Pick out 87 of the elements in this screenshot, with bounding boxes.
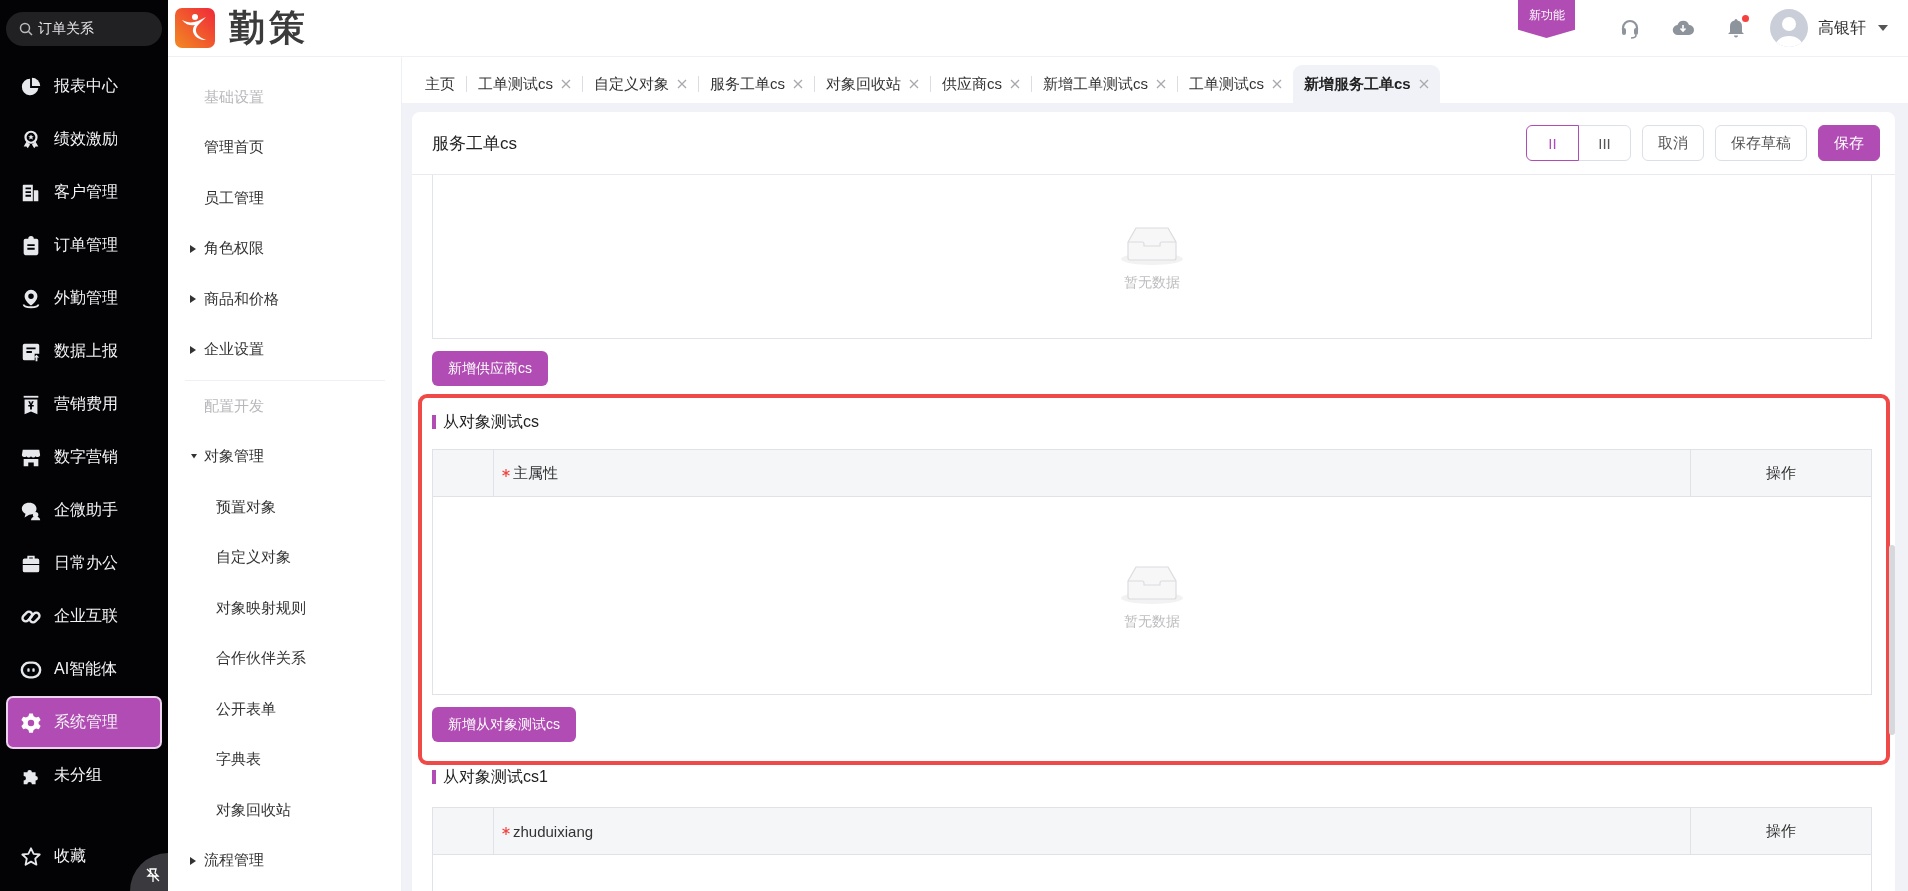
column-layout-toggle[interactable]: II bbox=[1526, 125, 1579, 161]
add-button[interactable]: 新增供应商cs bbox=[432, 351, 548, 386]
menu-heading: 配置开发 bbox=[204, 396, 264, 416]
close-icon[interactable] bbox=[1010, 79, 1020, 89]
new-feature-badge[interactable]: 新功能 bbox=[1518, 0, 1575, 38]
tab[interactable]: 新增服务工单cs bbox=[1293, 65, 1440, 103]
close-icon[interactable] bbox=[677, 79, 687, 89]
location-pin-icon bbox=[20, 287, 42, 310]
tab[interactable]: 工单测试cs bbox=[1178, 65, 1293, 103]
close-icon[interactable] bbox=[1418, 79, 1429, 89]
save-button[interactable]: 保存 bbox=[1818, 125, 1880, 161]
close-icon[interactable] bbox=[561, 79, 571, 89]
robot-icon bbox=[20, 658, 42, 681]
tab[interactable]: 自定义对象 bbox=[583, 65, 698, 103]
form-title: 服务工单cs bbox=[432, 132, 517, 155]
menu-item[interactable]: 自定义对象 bbox=[216, 548, 291, 568]
caret-down-icon[interactable] bbox=[1878, 25, 1888, 31]
column-header: 操作 bbox=[1690, 808, 1871, 854]
menu-group[interactable]: 流程管理 bbox=[204, 851, 264, 871]
pie-chart-icon bbox=[20, 75, 42, 98]
menu-item[interactable]: 管理首页 bbox=[204, 138, 264, 158]
nav-item[interactable]: 系统管理 bbox=[6, 696, 162, 749]
menu-group[interactable]: 商品和价格 bbox=[204, 289, 279, 309]
tab[interactable]: 工单测试cs bbox=[467, 65, 582, 103]
section-marker bbox=[432, 770, 436, 784]
avatar-icon[interactable] bbox=[1770, 9, 1808, 47]
menu-group[interactable]: 角色权限 bbox=[204, 239, 264, 259]
menu-item[interactable]: 公开表单 bbox=[216, 699, 276, 719]
caret-right-icon[interactable] bbox=[190, 295, 197, 304]
nav-item[interactable]: 数据上报 bbox=[6, 325, 162, 378]
close-icon[interactable] bbox=[1272, 79, 1282, 89]
caret-right-icon[interactable] bbox=[190, 345, 197, 354]
menu-group[interactable]: 企业设置 bbox=[204, 340, 264, 360]
caret-right-icon[interactable] bbox=[190, 244, 197, 253]
star-icon bbox=[20, 845, 42, 868]
column-header: 操作 bbox=[1690, 450, 1871, 496]
nav-item[interactable]: 客户管理 bbox=[6, 166, 162, 219]
tab[interactable]: 对象回收站 bbox=[815, 65, 930, 103]
column-header: zhuduixiang bbox=[494, 808, 1690, 854]
menu-item[interactable]: 字典表 bbox=[216, 750, 261, 770]
action-button[interactable]: 保存草稿 bbox=[1715, 125, 1807, 161]
column-header: 主属性 bbox=[494, 450, 1690, 496]
tab[interactable]: 供应商cs bbox=[931, 65, 1031, 103]
search-field[interactable]: 订单关系 bbox=[6, 12, 162, 46]
nav-item[interactable]: 外勤管理 bbox=[6, 272, 162, 325]
caret-right-icon[interactable] bbox=[190, 856, 197, 865]
nav-item[interactable]: 绩效激励 bbox=[6, 113, 162, 166]
nav-item[interactable]: AI智能体 bbox=[6, 643, 162, 696]
headset-icon[interactable] bbox=[1619, 17, 1641, 39]
close-icon[interactable] bbox=[1156, 79, 1166, 89]
unpin-icon bbox=[145, 867, 161, 883]
nav-item[interactable]: 报表中心 bbox=[6, 60, 162, 113]
nav-item[interactable]: 订单管理 bbox=[6, 219, 162, 272]
logo-icon bbox=[175, 8, 215, 48]
nav-item[interactable]: 营销费用 bbox=[6, 378, 162, 431]
empty-text: 暂无数据 bbox=[1124, 273, 1180, 292]
nav-item[interactable]: 数字营销 bbox=[6, 431, 162, 484]
column-layout-toggle[interactable]: III bbox=[1578, 125, 1631, 161]
nav-item[interactable]: 收藏 bbox=[6, 830, 128, 883]
section-title: 从对象测试cs1 bbox=[443, 766, 548, 787]
search-icon bbox=[19, 22, 33, 36]
nav-item[interactable]: 未分组 bbox=[6, 749, 162, 802]
tab[interactable]: 新增工单测试cs bbox=[1032, 65, 1177, 103]
nav-item[interactable]: 企业互联 bbox=[6, 590, 162, 643]
nav-item[interactable]: 日常办公 bbox=[6, 537, 162, 590]
gear-icon bbox=[20, 711, 42, 734]
caret-down-icon[interactable] bbox=[190, 453, 198, 460]
close-icon[interactable] bbox=[793, 79, 803, 89]
menu-item[interactable]: 对象映射规则 bbox=[216, 598, 306, 618]
close-icon[interactable] bbox=[909, 79, 919, 89]
menu-item[interactable]: 预置对象 bbox=[216, 497, 276, 517]
scrollbar[interactable] bbox=[1889, 545, 1895, 735]
menu-heading: 基础设置 bbox=[204, 87, 264, 107]
action-button[interactable]: 取消 bbox=[1642, 125, 1704, 161]
user-name[interactable]: 高银轩 bbox=[1818, 17, 1866, 39]
empty-text: 暂无数据 bbox=[1124, 612, 1180, 631]
section-title: 从对象测试cs bbox=[443, 411, 539, 432]
menu-item[interactable]: 合作伙伴关系 bbox=[216, 649, 306, 669]
menu-group[interactable]: 对象管理 bbox=[204, 447, 264, 467]
menu-item[interactable]: 员工管理 bbox=[204, 188, 264, 208]
section-marker bbox=[432, 415, 436, 429]
add-button[interactable]: 新增从对象测试cs bbox=[432, 707, 576, 742]
menu-item[interactable]: 对象回收站 bbox=[216, 800, 291, 820]
nav-item[interactable]: 企微助手 bbox=[6, 484, 162, 537]
logo-text: 勤策 bbox=[229, 4, 309, 50]
tab[interactable]: 主页 bbox=[414, 65, 466, 103]
tab[interactable]: 服务工单cs bbox=[699, 65, 814, 103]
